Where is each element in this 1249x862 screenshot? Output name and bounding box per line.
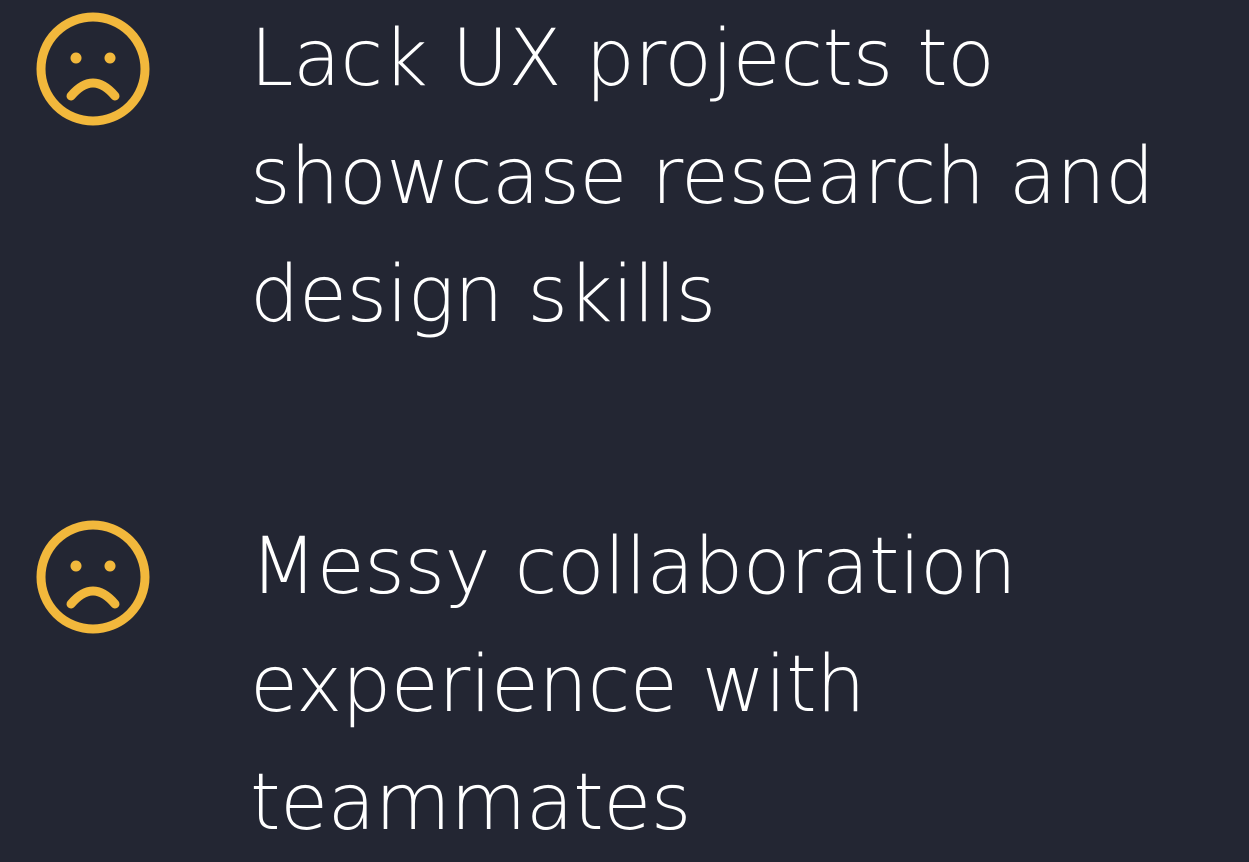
pain-point-line: teammates [250,758,691,848]
pain-point-line: Lack UX projects to [250,14,995,104]
sad-face-icon [34,518,152,636]
pain-point-line: Messy collaboration [250,522,1017,612]
sad-face-icon [34,10,152,128]
pain-point-line: showcase research and [250,132,1155,222]
pain-point-text: Lack UX projects to showcase research an… [250,0,1240,354]
pain-point-text: Messy collaboration experience with team… [250,508,1240,862]
pain-point-line: design skills [250,250,716,340]
pain-point-line: experience with [250,640,866,730]
